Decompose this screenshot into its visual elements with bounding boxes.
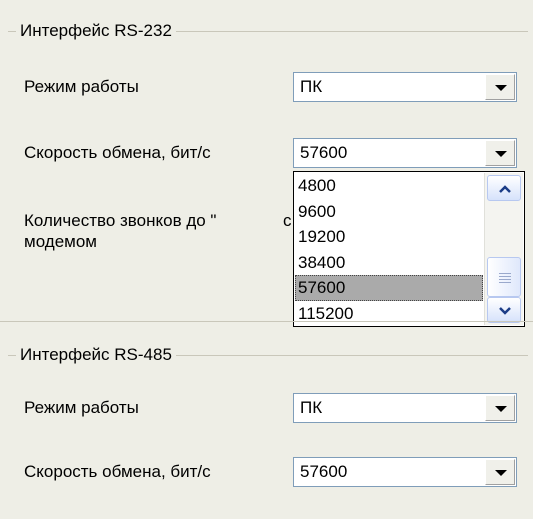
chevron-down-icon — [495, 85, 507, 91]
scroll-down-icon — [499, 307, 511, 315]
scroll-thumb[interactable] — [487, 257, 521, 297]
rs485-mode-label: Режим работы — [24, 398, 139, 417]
speed-options-list: 4800 9600 19200 38400 57600 115200 — [295, 173, 483, 326]
rs485-mode-select[interactable]: ПК — [293, 393, 517, 423]
chevron-down-icon — [495, 406, 507, 412]
scroll-up-button[interactable] — [487, 175, 521, 201]
rs232-speed-select[interactable]: 57600 — [293, 138, 517, 168]
speed-dropdown-list[interactable]: 4800 9600 19200 38400 57600 115200 — [293, 171, 525, 327]
rs485-speed-select[interactable]: 57600 — [293, 457, 517, 487]
scroll-up-icon — [499, 185, 511, 193]
speed-option-selected[interactable]: 57600 — [295, 275, 483, 301]
speed-option[interactable]: 19200 — [295, 224, 483, 250]
rs485-mode-value: ПК — [300, 398, 323, 417]
rs485-speed-label: Скорость обмена, бит/с — [24, 462, 211, 481]
rs232-mode-value: ПК — [300, 77, 323, 96]
speed-option[interactable]: 38400 — [295, 250, 483, 276]
rs485-mode-dropdown-button[interactable] — [485, 395, 515, 421]
rs232-rings-label-line2: модемом — [24, 232, 97, 251]
dropdown-scrollbar[interactable] — [484, 173, 523, 325]
rs232-rings-label-partial: с — [283, 211, 292, 230]
rs232-speed-value: 57600 — [300, 143, 348, 162]
chevron-down-icon — [495, 151, 507, 157]
group-separator — [0, 321, 533, 322]
chevron-down-icon — [495, 470, 507, 476]
rs485-speed-value: 57600 — [300, 462, 348, 481]
rs485-group-title: Интерфейс RS-485 — [16, 345, 176, 365]
rs485-speed-dropdown-button[interactable] — [485, 459, 515, 485]
rs232-mode-select[interactable]: ПК — [293, 72, 517, 102]
rs232-rings-label: Количество звонков до " — [24, 211, 217, 230]
rs232-speed-label: Скорость обмена, бит/с — [24, 143, 211, 162]
rs232-speed-dropdown-button[interactable] — [485, 140, 515, 166]
rs232-mode-label: Режим работы — [24, 77, 139, 96]
scroll-down-button[interactable] — [487, 297, 521, 323]
speed-option[interactable]: 9600 — [295, 199, 483, 225]
speed-option[interactable]: 115200 — [295, 301, 483, 326]
speed-option[interactable]: 4800 — [295, 173, 483, 199]
rs232-mode-dropdown-button[interactable] — [485, 74, 515, 100]
rs232-group-title: Интерфейс RS-232 — [16, 21, 176, 41]
